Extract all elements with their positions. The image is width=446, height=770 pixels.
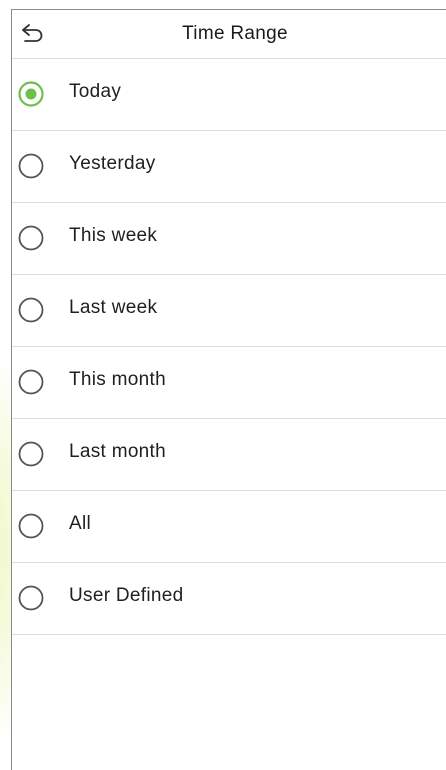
option-label: User Defined [69, 585, 184, 606]
time-range-option[interactable]: All [12, 491, 446, 563]
time-range-option[interactable]: Yesterday [12, 131, 446, 203]
radio-unselected-icon[interactable] [18, 153, 44, 179]
header-bar: Time Range [12, 10, 446, 59]
option-label: All [69, 513, 92, 534]
time-range-screen: Time Range Today Yesterday This week Last w… [0, 0, 446, 770]
time-range-option[interactable]: This week [12, 203, 446, 275]
option-label: This month [69, 369, 166, 390]
screen-frame: Time Range Today Yesterday This week Last w… [11, 9, 446, 770]
radio-unselected-icon[interactable] [18, 513, 44, 539]
page-title: Time Range [182, 23, 288, 44]
radio-unselected-icon[interactable] [18, 225, 44, 251]
radio-unselected-icon[interactable] [18, 441, 44, 467]
time-range-option[interactable]: Last week [12, 275, 446, 347]
time-range-option[interactable]: Last month [12, 419, 446, 491]
time-range-list: Today Yesterday This week Last week This mon… [12, 59, 446, 635]
radio-selected-icon[interactable] [18, 81, 44, 107]
option-label: Last month [69, 441, 166, 462]
time-range-option[interactable]: User Defined [12, 563, 446, 635]
time-range-option[interactable]: Today [12, 59, 446, 131]
radio-unselected-icon[interactable] [18, 369, 44, 395]
radio-unselected-icon[interactable] [18, 585, 44, 611]
option-label: Today [69, 81, 122, 102]
time-range-option[interactable]: This month [12, 347, 446, 419]
option-label: Yesterday [69, 153, 156, 174]
option-label: This week [69, 225, 158, 246]
radio-unselected-icon[interactable] [18, 297, 44, 323]
option-label: Last week [69, 297, 158, 318]
